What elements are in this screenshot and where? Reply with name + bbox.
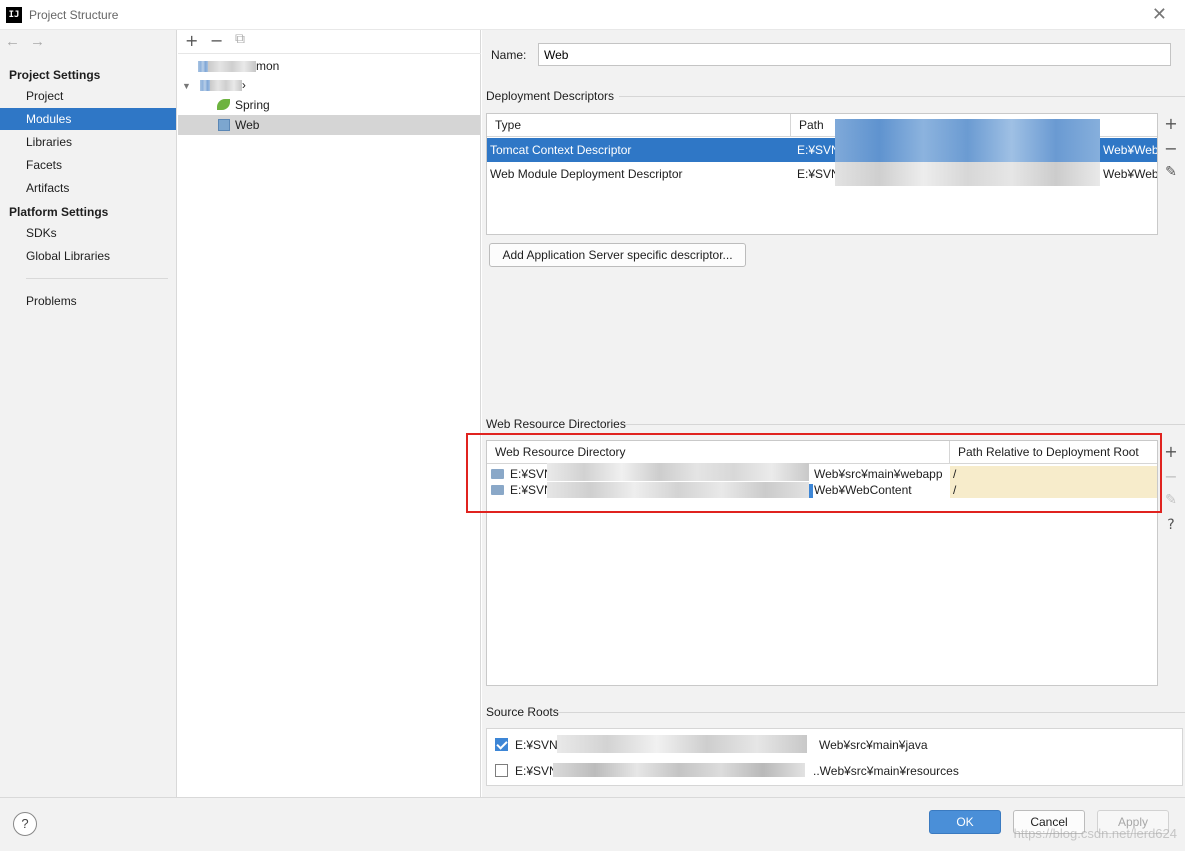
- remove-web-resource-icon[interactable]: −: [1159, 467, 1183, 492]
- column-header-type[interactable]: Type: [487, 114, 791, 137]
- source-root-checkbox[interactable]: [495, 738, 508, 751]
- redacted-module-name: [208, 61, 256, 73]
- add-module-icon[interactable]: +: [185, 31, 198, 50]
- highlight-annotation: [466, 433, 1162, 513]
- dialog-footer: ? OK Cancel Apply https://blog.csdn.net/…: [0, 797, 1185, 851]
- deployment-descriptors-table: Type Path Tomcat Context Descriptor E:¥S…: [486, 113, 1158, 235]
- group-divider: [625, 424, 1185, 425]
- watermark-text: https://blog.csdn.net/lerd624: [1013, 826, 1177, 841]
- table-row[interactable]: Tomcat Context Descriptor E:¥SVN¥ Web¥We…: [487, 119, 1157, 162]
- redacted-module-name: [209, 80, 242, 92]
- ok-button[interactable]: OK: [929, 810, 1001, 834]
- remove-module-icon[interactable]: −: [210, 31, 223, 50]
- copy-module-icon[interactable]: ⧉: [235, 31, 245, 47]
- source-root-item[interactable]: E:¥SVN¥ Web¥src¥main¥java: [495, 735, 1175, 753]
- source-root-item[interactable]: E:¥SVN¥ ..Web¥src¥main¥resources: [495, 763, 1175, 779]
- add-web-resource-icon[interactable]: +: [1159, 442, 1183, 467]
- settings-navigation: ← → Project Settings Project Modules Libr…: [0, 30, 177, 797]
- remove-descriptor-icon[interactable]: −: [1159, 139, 1183, 164]
- platform-settings-heading: Platform Settings: [9, 205, 109, 219]
- tree-row-web-facet[interactable]: Web: [178, 115, 480, 135]
- tree-row-label: mon: [256, 59, 280, 73]
- edit-descriptor-icon[interactable]: ✎: [1159, 164, 1183, 189]
- web-facet-label: Web: [235, 118, 260, 132]
- add-descriptor-icon[interactable]: +: [1159, 114, 1183, 139]
- tree-toolbar: + − ⧉: [178, 30, 481, 54]
- spring-facet-label: Spring: [235, 98, 270, 112]
- redacted-path: [557, 735, 807, 753]
- tree-row-spring-facet[interactable]: Spring: [178, 95, 480, 115]
- nav-item-project[interactable]: Project: [0, 85, 176, 107]
- module-tree-panel: + − ⧉ mon ▼ › Spring Web: [178, 30, 481, 797]
- redacted-path: [835, 162, 1100, 186]
- facet-details-panel: Name: Deployment Descriptors Type Path T…: [482, 30, 1185, 797]
- module-folder-icon: [198, 61, 208, 73]
- source-roots-title: Source Roots: [486, 705, 559, 719]
- group-divider: [558, 712, 1185, 713]
- help-button[interactable]: ?: [13, 812, 37, 836]
- nav-divider: [26, 278, 168, 279]
- web-facet-icon: [218, 119, 230, 131]
- descriptor-side-toolbar: + − ✎: [1159, 114, 1183, 189]
- source-root-path-end: Web¥src¥main¥java: [819, 738, 928, 752]
- spring-leaf-icon: [217, 99, 230, 110]
- facet-name-input[interactable]: [538, 43, 1171, 66]
- back-arrow-icon[interactable]: ←: [5, 33, 20, 50]
- tree-row-parent-module[interactable]: ▼ ›: [178, 75, 480, 95]
- group-divider: [619, 96, 1185, 97]
- web-resource-directories-title: Web Resource Directories: [486, 417, 626, 431]
- intellij-app-icon: IJ: [6, 7, 22, 23]
- deployment-descriptors-title: Deployment Descriptors: [486, 89, 615, 103]
- nav-item-artifacts[interactable]: Artifacts: [0, 177, 176, 199]
- project-settings-heading: Project Settings: [9, 68, 101, 82]
- title-bar: IJ Project Structure ✕: [0, 0, 1185, 30]
- close-window-button[interactable]: ✕: [1152, 4, 1167, 25]
- table-row[interactable]: Web Module Deployment Descriptor E:¥SVN¥…: [487, 162, 1157, 186]
- descriptor-type: Tomcat Context Descriptor: [490, 143, 632, 157]
- nav-item-libraries[interactable]: Libraries: [0, 131, 176, 153]
- source-roots-list: E:¥SVN¥ Web¥src¥main¥java E:¥SVN¥ ..Web¥…: [486, 728, 1183, 786]
- descriptor-path-start: E:¥SVN¥: [797, 143, 839, 157]
- web-resource-side-toolbar: + − ✎ ?: [1159, 442, 1183, 542]
- expand-arrow-icon[interactable]: ▼: [182, 81, 191, 91]
- redacted-path: [835, 119, 1100, 162]
- help-icon[interactable]: ?: [1159, 517, 1183, 542]
- tree-row-common-module[interactable]: mon: [178, 56, 480, 76]
- tree-row-label: ›: [241, 78, 246, 92]
- history-arrows: ← →: [5, 33, 55, 50]
- nav-item-facets[interactable]: Facets: [0, 154, 176, 176]
- nav-item-problems[interactable]: Problems: [0, 290, 176, 312]
- descriptor-path-end: Web¥WebC: [1103, 167, 1157, 181]
- nav-item-modules[interactable]: Modules: [0, 108, 176, 130]
- window-title: Project Structure: [29, 8, 119, 22]
- edit-web-resource-icon[interactable]: ✎: [1159, 492, 1183, 517]
- descriptor-type: Web Module Deployment Descriptor: [490, 167, 683, 181]
- name-label: Name:: [491, 48, 527, 62]
- nav-item-sdks[interactable]: SDKs: [0, 222, 176, 244]
- source-root-path-end: ..Web¥src¥main¥resources: [813, 764, 959, 778]
- module-folder-icon: [199, 80, 210, 92]
- redacted-path: [553, 763, 805, 777]
- forward-arrow-icon[interactable]: →: [30, 33, 45, 50]
- source-root-checkbox[interactable]: [495, 764, 508, 777]
- add-server-descriptor-button[interactable]: Add Application Server specific descript…: [489, 243, 746, 267]
- nav-item-global-libraries[interactable]: Global Libraries: [0, 245, 176, 267]
- descriptor-path-start: E:¥SVN¥: [797, 167, 839, 181]
- descriptor-path-end: Web¥WebC: [1103, 143, 1157, 157]
